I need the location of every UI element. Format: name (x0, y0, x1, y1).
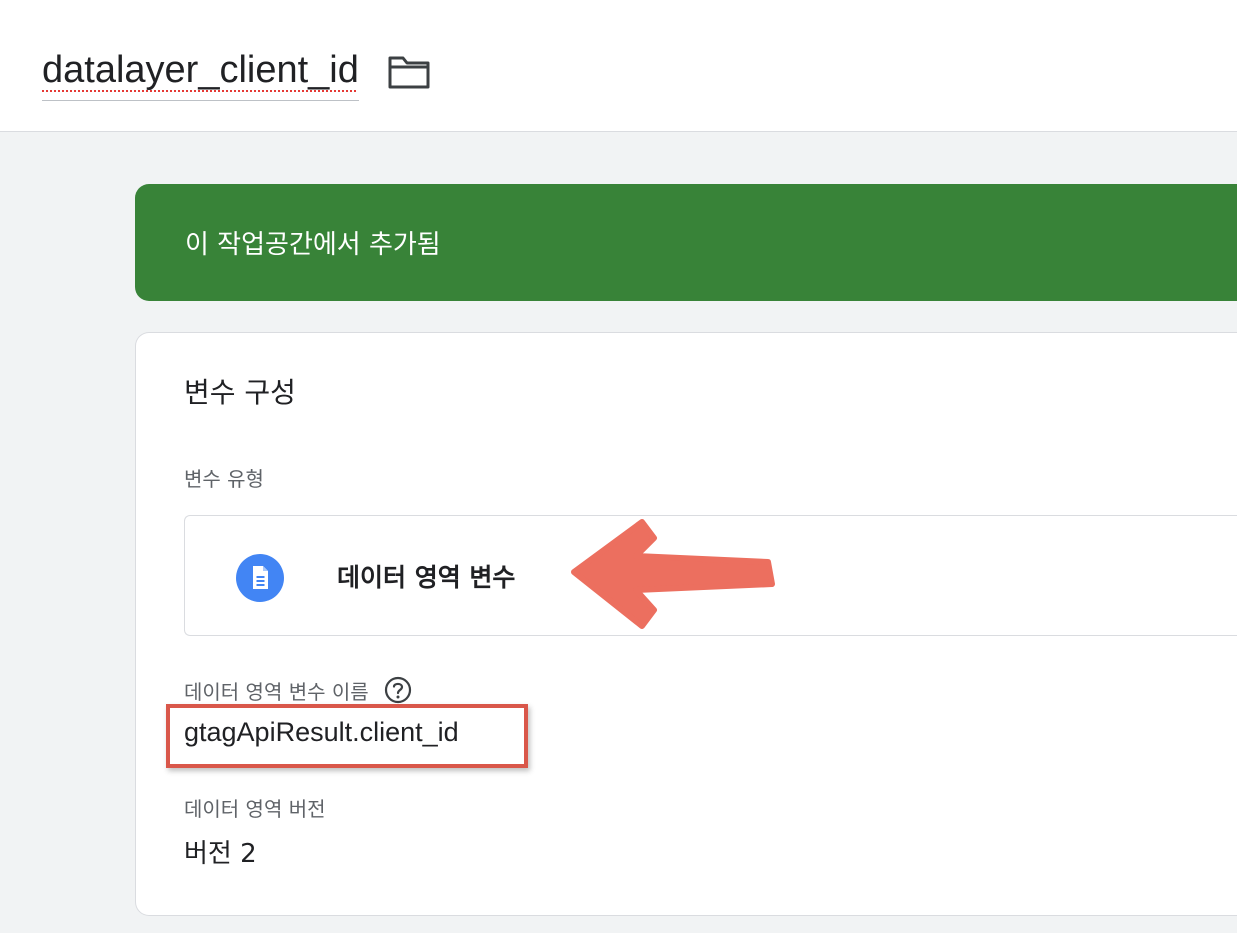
variable-type-name: 데이터 영역 변수 (337, 563, 516, 592)
variable-name-title[interactable]: datalayer_client_id (42, 46, 359, 101)
document-icon (236, 554, 284, 602)
status-banner-text: 이 작업공간에서 추가됨 (185, 230, 441, 260)
folder-icon[interactable] (387, 54, 431, 90)
datalayer-version-value[interactable]: 버전 2 (184, 833, 257, 870)
datalayer-version-label: 데이터 영역 버전 (184, 797, 326, 821)
help-circle-icon[interactable] (383, 675, 413, 705)
section-title: 변수 구성 (184, 376, 296, 409)
status-banner: 이 작업공간에서 추가됨 (135, 184, 1237, 301)
variable-type-label: 변수 유형 (184, 467, 264, 491)
variable-config-card: 변수 구성 변수 유형 데이터 영역 변수 데이터 영역 변수 이름 gtagA… (135, 332, 1237, 916)
annotation-arrow-icon (571, 519, 775, 629)
datalayer-name-label-row: 데이터 영역 변수 이름 (184, 675, 413, 705)
annotation-highlight-box (166, 704, 528, 768)
title-wrap: datalayer_client_id (42, 46, 431, 101)
page-header: datalayer_client_id (0, 0, 1237, 132)
datalayer-name-label: 데이터 영역 변수 이름 (184, 679, 369, 704)
